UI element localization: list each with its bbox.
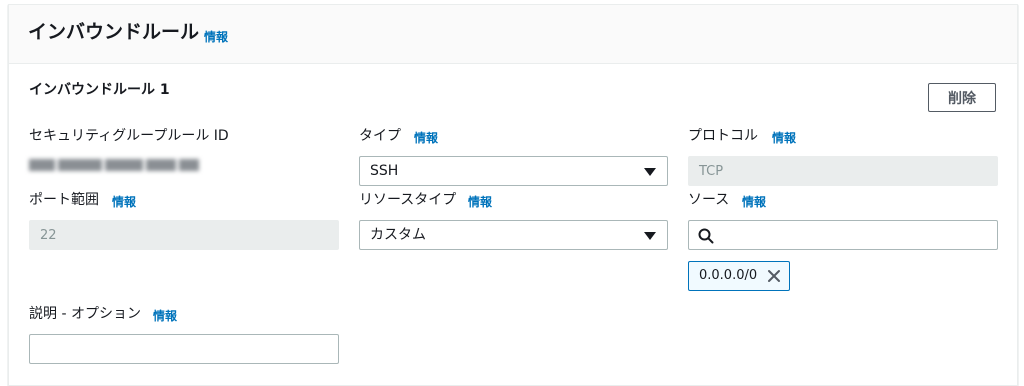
source-search-input[interactable] bbox=[688, 220, 998, 250]
type-value: SSH bbox=[370, 163, 399, 179]
source-label: ソース bbox=[688, 192, 730, 208]
type-info-link[interactable]: 情報 bbox=[414, 129, 438, 146]
panel-header: インバウンドルール 情報 bbox=[9, 5, 1017, 64]
page-title: インバウンドルール bbox=[28, 21, 200, 43]
port-range-field: 22 bbox=[29, 220, 339, 250]
protocol-field: TCP bbox=[688, 156, 998, 186]
source-type-value: カスタム bbox=[370, 227, 426, 243]
description-input[interactable] bbox=[29, 334, 339, 364]
protocol-info-link[interactable]: 情報 bbox=[772, 129, 796, 146]
source-info-link[interactable]: 情報 bbox=[742, 193, 766, 210]
source-type-select[interactable]: カスタム bbox=[359, 220, 668, 250]
port-range-value: 22 bbox=[40, 228, 57, 243]
source-token-label: 0.0.0.0/0 bbox=[699, 268, 758, 283]
type-label: タイプ bbox=[359, 128, 401, 144]
search-icon bbox=[698, 228, 714, 244]
caret-down-icon bbox=[644, 232, 656, 240]
close-icon[interactable] bbox=[767, 269, 781, 283]
header-info-link[interactable]: 情報 bbox=[204, 28, 228, 45]
port-range-info-link[interactable]: 情報 bbox=[112, 193, 136, 210]
description-info-link[interactable]: 情報 bbox=[153, 307, 177, 324]
rule-title: インバウンドルール 1 bbox=[29, 82, 170, 98]
protocol-value: TCP bbox=[699, 164, 724, 179]
inbound-rules-panel: インバウンドルール 情報 インバウンドルール 1 削除 セキュリティグループルー… bbox=[8, 4, 1018, 386]
source-token: 0.0.0.0/0 bbox=[688, 261, 790, 291]
caret-down-icon bbox=[644, 168, 656, 176]
port-range-label: ポート範囲 bbox=[29, 192, 99, 208]
type-select[interactable]: SSH bbox=[359, 156, 668, 186]
description-label: 説明 - オプション bbox=[29, 306, 141, 322]
protocol-label: プロトコル bbox=[688, 128, 758, 144]
delete-button[interactable]: 削除 bbox=[928, 83, 996, 112]
sg-rule-id-label: セキュリティグループルール ID bbox=[29, 128, 229, 144]
sg-rule-id-value-redacted bbox=[29, 156, 199, 174]
source-type-info-link[interactable]: 情報 bbox=[468, 193, 492, 210]
source-type-label: リソースタイプ bbox=[359, 192, 457, 208]
